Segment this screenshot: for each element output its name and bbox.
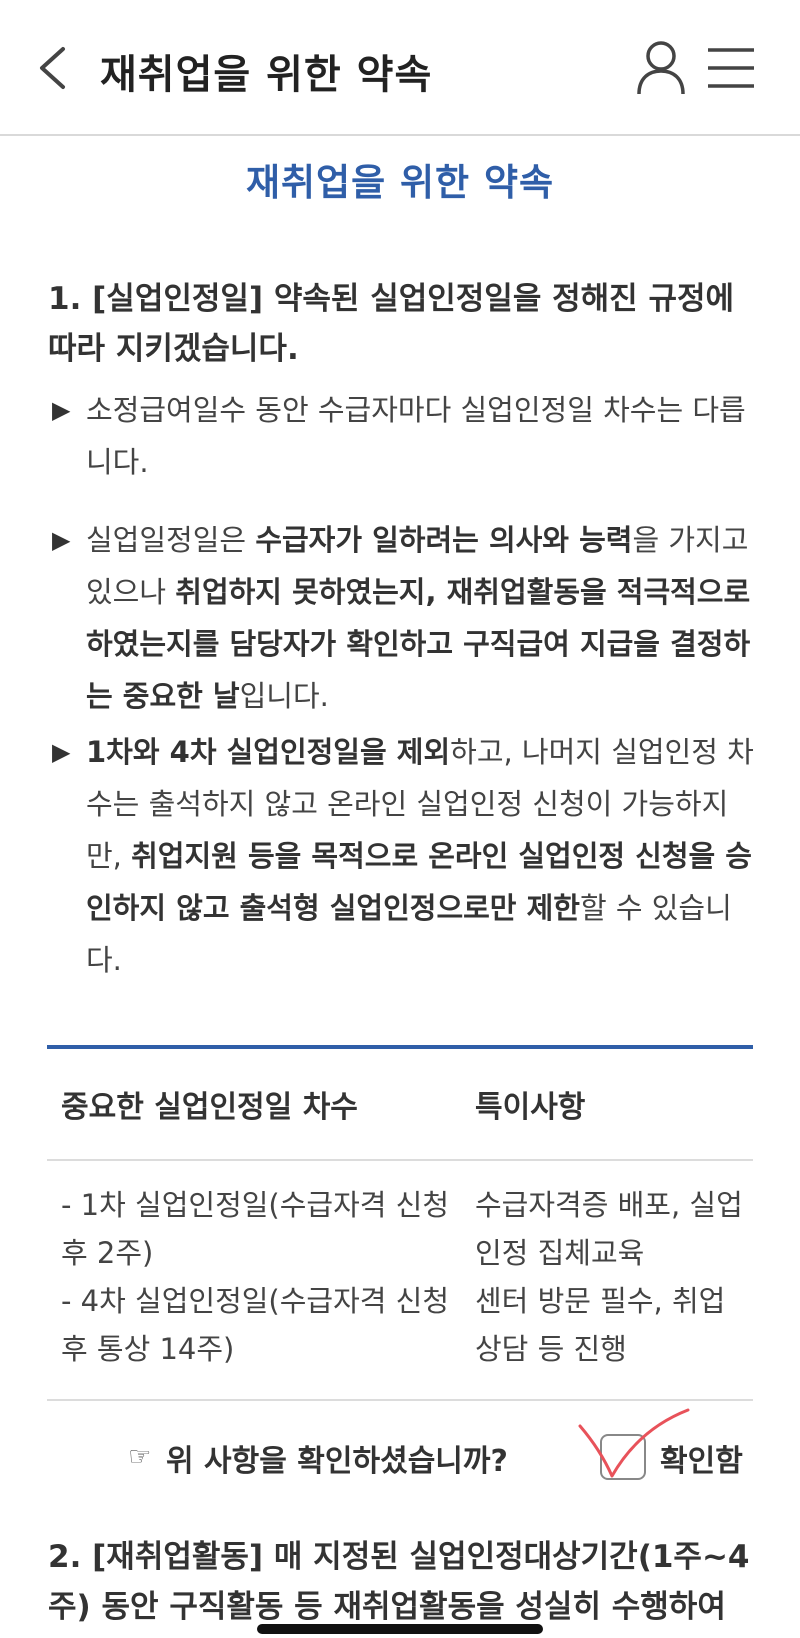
back-button[interactable] [30,44,74,92]
bullet-text: 1차와 4차 실업인정일을 제외하고, 나머지 실업인정 차수는 출석하지 않고… [86,735,754,977]
section2-heading: 2. [재취업활동] 매 지정된 실업인정대상기간(1주~4주) 동안 구직활동… [48,1539,750,1625]
header-title: 재취업을 위한 약속 [100,52,433,98]
hamburger-menu-icon [708,48,754,88]
menu-button[interactable] [706,44,756,92]
user-icon [637,41,685,95]
confirm-row: ☞ 위 사항을 확인하셨습니까? 확인함 [0,1408,800,1494]
table-header-cell: 특이사항 [475,1090,586,1125]
bullet-text: 소정급여일수 동안 수급자마다 실업인정일 차수는 다릅니다. [86,393,746,479]
bullet-text: 실업일정일은 수급자가 일하려는 의사와 능력을 가지고 있으나 취업하지 못하… [86,523,751,713]
table-row: - 1차 실업인정일(수급자격 신청 후 2주) 수급자격증 배포, 실업인정 … [47,1161,753,1277]
confirm-question: 위 사항을 확인하셨습니까? [166,1444,508,1479]
table-cell: - 1차 실업인정일(수급자격 신청 후 2주) [61,1188,450,1270]
confirm-label[interactable]: 확인함 [660,1436,743,1480]
confirm-checkbox[interactable] [600,1434,646,1480]
triangle-bullet-icon: ▶ [52,738,71,766]
home-indicator[interactable] [257,1624,543,1634]
table-header-cell: 중요한 실업인정일 차수 [61,1090,358,1125]
triangle-bullet-icon: ▶ [52,526,71,554]
table-cell: 수급자격증 배포, 실업인정 집체교육 [475,1188,743,1270]
section1-heading: 1. [실업인정일] 약속된 실업인정일을 정해진 규정에 따라 지키겠습니다. [48,281,735,367]
table-header: 중요한 실업인정일 차수 특이사항 [47,1049,753,1161]
section1-bullet-3: ▶ 1차와 4차 실업인정일을 제외하고, 나머지 실업인정 차수는 출석하지 … [52,726,758,986]
triangle-bullet-icon: ▶ [52,396,71,424]
user-button[interactable] [636,40,686,96]
section1-bullet-1: ▶ 소정급여일수 동안 수급자마다 실업인정일 차수는 다릅니다. [52,384,758,488]
pointing-hand-icon: ☞ [128,1442,152,1472]
chevron-left-icon [40,47,65,89]
table-divider [47,1399,753,1401]
table-cell: 센터 방문 필수, 취업상담 등 진행 [475,1284,726,1366]
table-row: - 4차 실업인정일(수급자격 신청 후 통상 14주) 센터 방문 필수, 취… [47,1277,753,1393]
page-title: 재취업을 위한 약속 [245,161,555,204]
table-cell: - 4차 실업인정일(수급자격 신청 후 통상 14주) [61,1284,450,1366]
recognition-day-table: 중요한 실업인정일 차수 특이사항 - 1차 실업인정일(수급자격 신청 후 2… [47,1045,753,1401]
section1-bullet-2: ▶ 실업일정일은 수급자가 일하려는 의사와 능력을 가지고 있으나 취업하지 … [52,514,758,722]
app-header: 재취업을 위한 약속 [0,0,800,136]
